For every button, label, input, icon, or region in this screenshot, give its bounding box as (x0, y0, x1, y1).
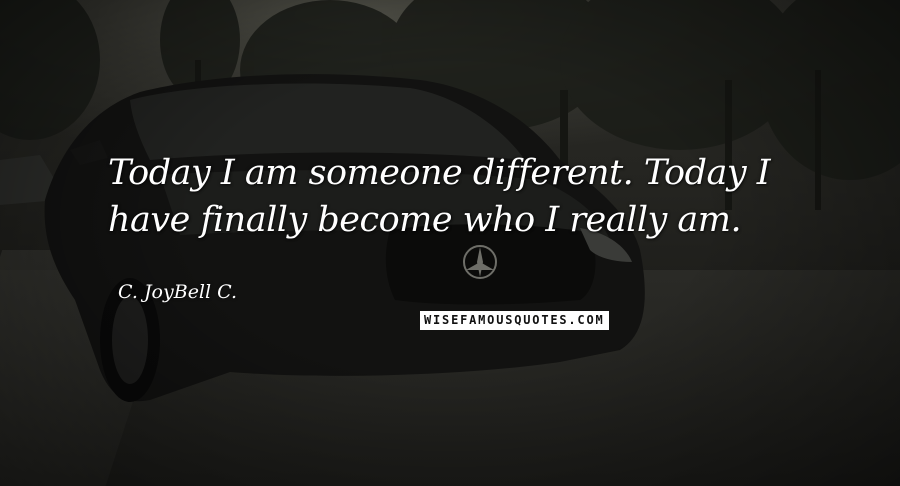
watermark-logo: WISEFAMOUSQUOTES.COM (420, 311, 609, 330)
quote-text: Today I am someone different. Today I ha… (108, 150, 868, 244)
quote-author: C. JoyBell C. (118, 281, 238, 303)
quote-line-1: Today I am someone different. Today I (108, 153, 771, 193)
quote-line-2: have finally become who I really am. (108, 200, 742, 240)
quote-image: Today I am someone different. Today I ha… (0, 0, 900, 486)
